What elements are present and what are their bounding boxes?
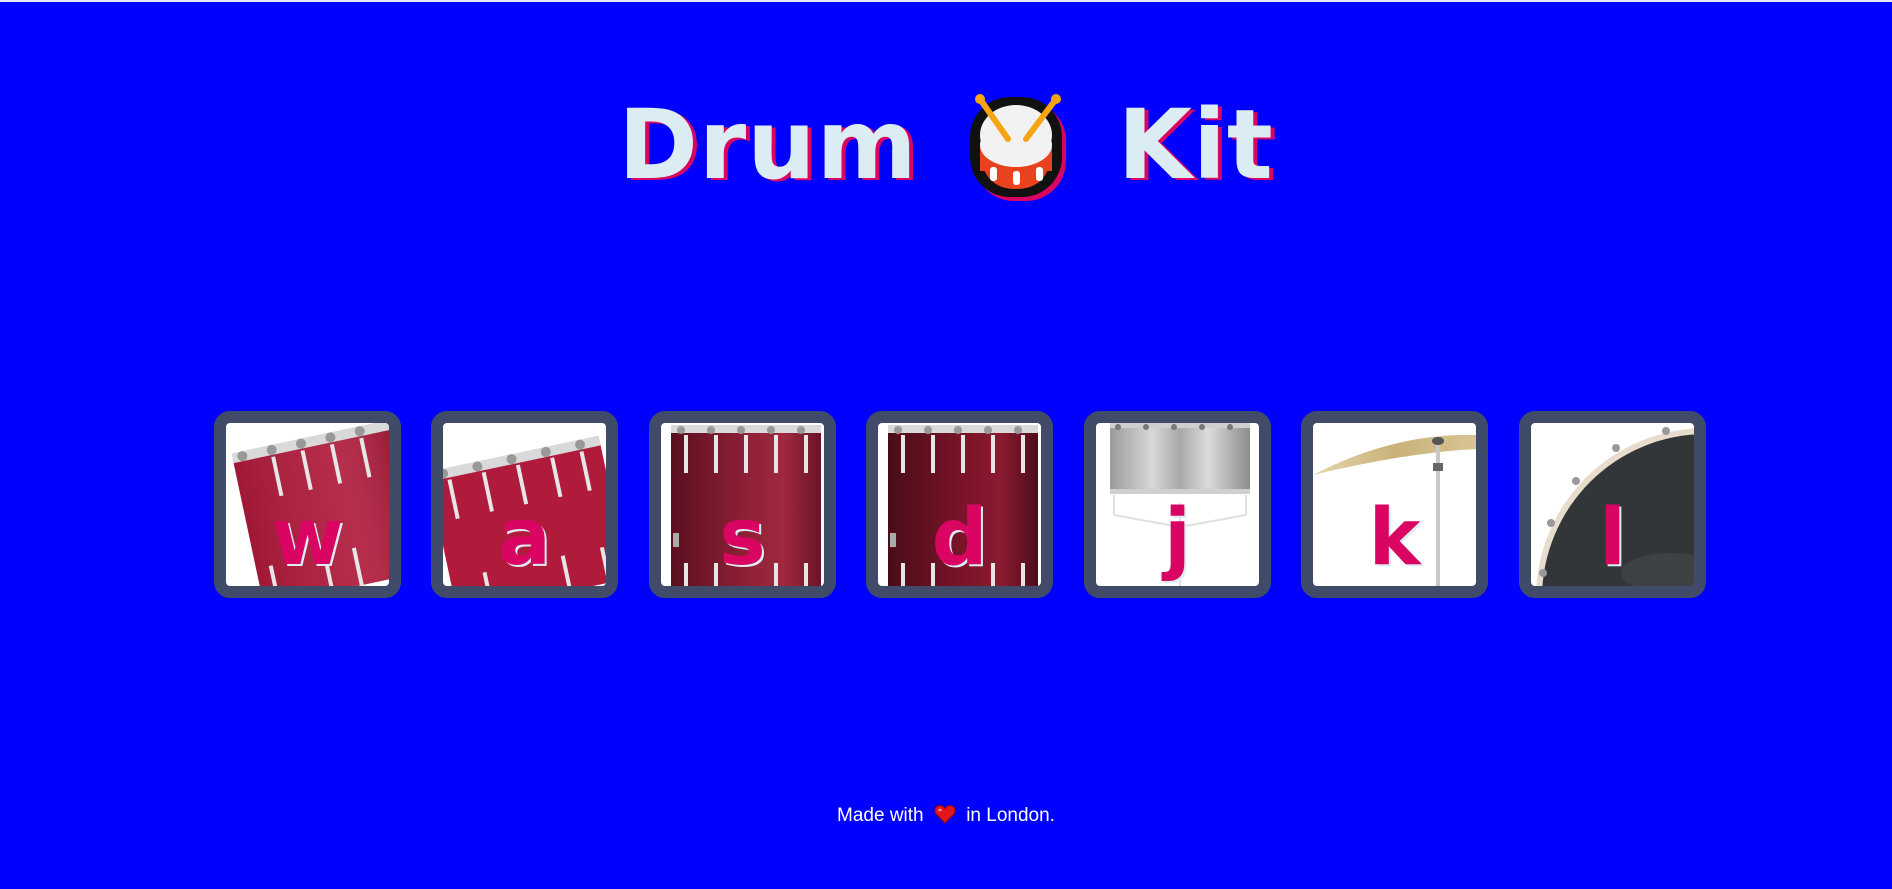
- footer: Made with in London.: [0, 802, 1892, 830]
- drum-button-a[interactable]: a: [431, 411, 618, 598]
- page-title: Drum Kit: [0, 78, 1892, 205]
- drum-key-label: d: [931, 493, 988, 583]
- drum-key-label: j: [1164, 493, 1191, 583]
- drum-key-label: l: [1599, 493, 1626, 583]
- title-word-kit: Kit: [1117, 88, 1274, 201]
- drum-key-label: k: [1368, 493, 1421, 583]
- drum-key-label: a: [498, 493, 551, 583]
- drum-set: w a s d j k l: [214, 411, 1707, 598]
- drum-key-label: w: [271, 493, 344, 583]
- drum-key-label: s: [719, 493, 766, 583]
- drum-button-j[interactable]: j: [1084, 411, 1271, 598]
- drum-button-d[interactable]: d: [866, 411, 1053, 598]
- footer-text-before: Made with: [837, 805, 924, 826]
- drum-button-w[interactable]: w: [214, 411, 401, 598]
- top-border: [0, 0, 1892, 2]
- drum-emoji-icon: [964, 85, 1072, 205]
- drum-button-k[interactable]: k: [1301, 411, 1488, 598]
- drum-button-l[interactable]: l: [1519, 411, 1706, 598]
- footer-text-after: in London.: [966, 805, 1055, 826]
- drum-button-s[interactable]: s: [649, 411, 836, 598]
- heart-icon: [934, 804, 956, 824]
- title-word-drum: Drum: [618, 88, 918, 201]
